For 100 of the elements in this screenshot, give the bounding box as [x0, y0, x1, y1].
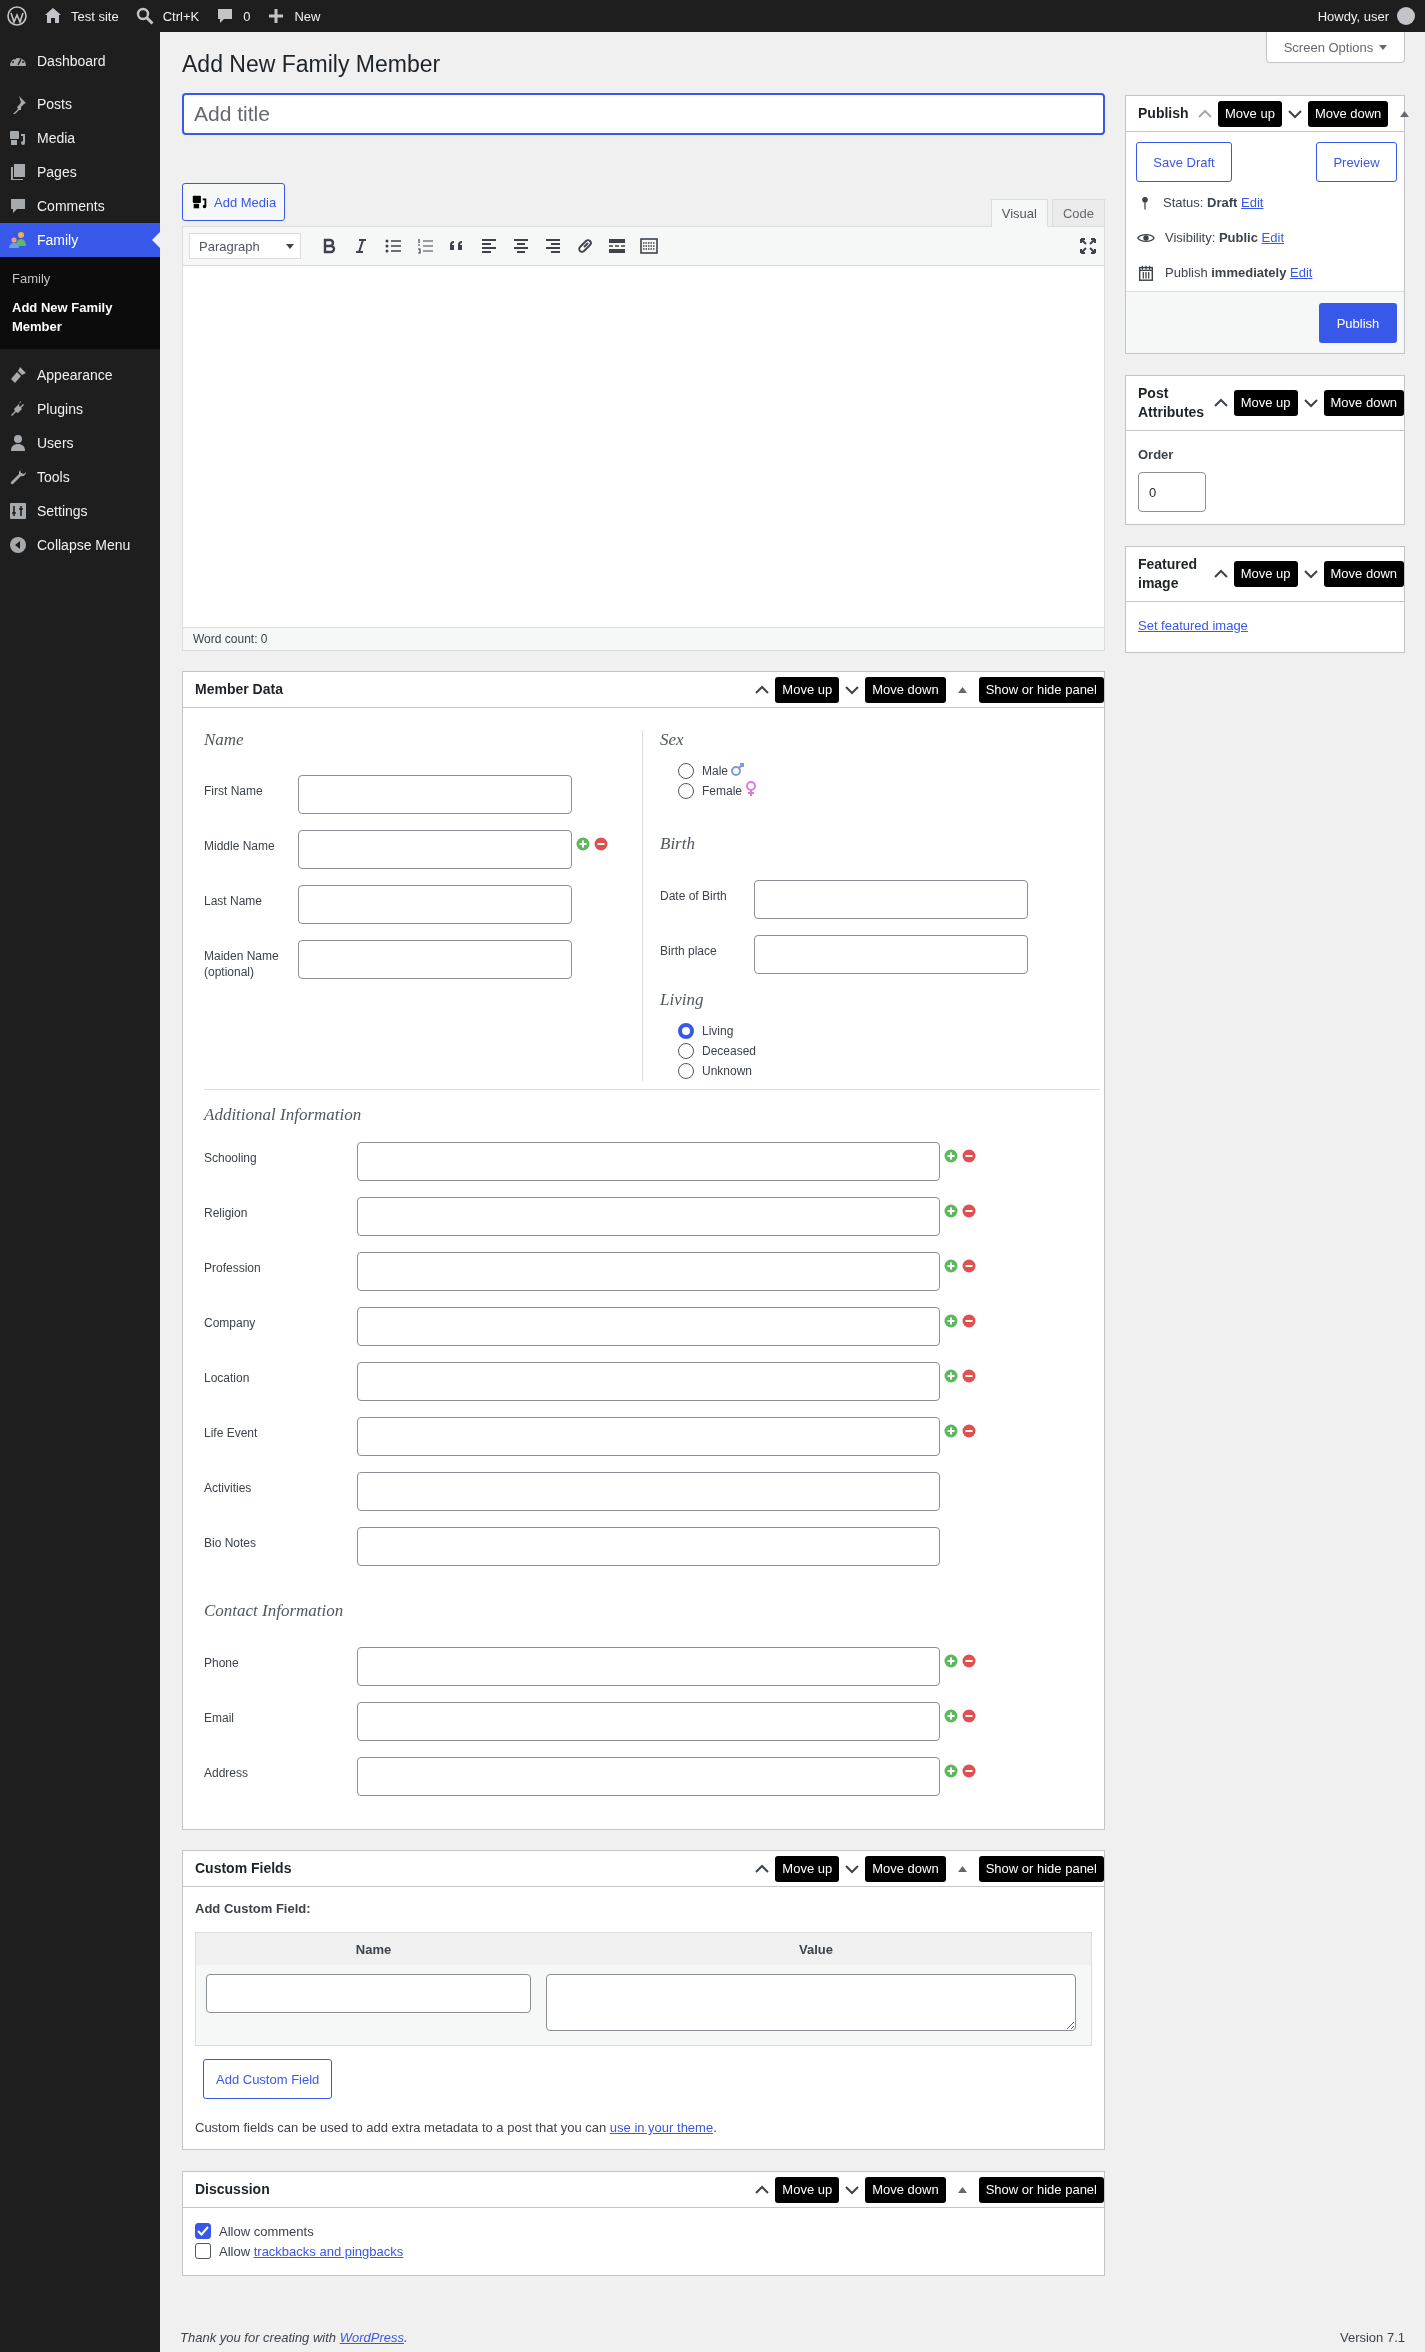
- text-field[interactable]: [357, 1197, 940, 1236]
- preview-button[interactable]: Preview: [1316, 142, 1397, 182]
- remove-icon[interactable]: [594, 837, 608, 851]
- greeting[interactable]: Howdy, user: [1317, 8, 1389, 24]
- triangle-up-icon[interactable]: [957, 2186, 967, 2193]
- set-featured-image-link[interactable]: Set featured image: [1138, 618, 1248, 633]
- menu-item[interactable]: Family: [0, 223, 160, 257]
- text-field[interactable]: [298, 775, 572, 814]
- value-field[interactable]: [545, 1974, 1076, 2031]
- text-field[interactable]: [298, 830, 572, 869]
- text-field[interactable]: [357, 1362, 940, 1401]
- logo-icon[interactable]: [7, 6, 27, 26]
- add-icon[interactable]: [944, 1709, 958, 1723]
- text-field[interactable]: [298, 940, 572, 979]
- text-field[interactable]: [357, 1757, 940, 1796]
- link-icon[interactable]: [575, 236, 595, 256]
- text-field[interactable]: [357, 1472, 940, 1511]
- text-field[interactable]: [754, 880, 1028, 919]
- add-icon[interactable]: [944, 1204, 958, 1218]
- submenu-item[interactable]: Add New Family Member: [0, 293, 160, 341]
- add-icon[interactable]: [944, 1764, 958, 1778]
- text-field[interactable]: [298, 885, 572, 924]
- publish-button[interactable]: Publish: [1319, 303, 1397, 343]
- radio-button[interactable]: [678, 783, 694, 799]
- trackbacks-link[interactable]: trackbacks and pingbacks: [253, 2243, 404, 2259]
- text-field[interactable]: [357, 1142, 940, 1181]
- radio-button[interactable]: [678, 1043, 694, 1059]
- menu-item[interactable]: Comments: [0, 189, 160, 223]
- text-field[interactable]: [357, 1307, 940, 1346]
- menu-item[interactable]: Users: [0, 426, 160, 460]
- add-icon[interactable]: [944, 1424, 958, 1438]
- format-select[interactable]: Paragraph: [189, 233, 301, 259]
- menu-item[interactable]: Media: [0, 121, 160, 155]
- new-link[interactable]: New: [294, 8, 321, 24]
- collapse-menu-button[interactable]: Collapse Menu: [0, 528, 160, 562]
- chevron-down-icon[interactable]: [1303, 398, 1318, 408]
- text-field[interactable]: [357, 1417, 940, 1456]
- submenu-item[interactable]: Family: [0, 264, 160, 293]
- chevron-up-icon[interactable]: [1213, 569, 1228, 579]
- chevron-down-icon[interactable]: [845, 2184, 860, 2195]
- site-link[interactable]: Test site: [71, 8, 119, 24]
- remove-icon[interactable]: [962, 1764, 976, 1778]
- edit-link[interactable]: Edit: [1261, 230, 1284, 245]
- text-field[interactable]: [357, 1252, 940, 1291]
- title-field[interactable]: Add title: [182, 93, 1105, 135]
- save-draft-button[interactable]: Save Draft: [1136, 142, 1232, 182]
- triangle-up-icon[interactable]: [957, 1865, 967, 1872]
- remove-icon[interactable]: [962, 1259, 976, 1273]
- radio-button[interactable]: [678, 1023, 694, 1039]
- add-icon[interactable]: [576, 837, 590, 851]
- menu-item[interactable]: Plugins: [0, 392, 160, 426]
- text-field[interactable]: [357, 1647, 940, 1686]
- align-center-icon[interactable]: [511, 236, 531, 256]
- chevron-down-icon[interactable]: [845, 684, 860, 695]
- remove-icon[interactable]: [962, 1369, 976, 1383]
- radio-button[interactable]: [678, 763, 694, 779]
- remove-icon[interactable]: [962, 1149, 976, 1163]
- screen-options-button[interactable]: Screen Options: [1266, 32, 1405, 63]
- align-right-icon[interactable]: [543, 236, 563, 256]
- menu-item[interactable]: Pages: [0, 155, 160, 189]
- text-field[interactable]: [357, 1702, 940, 1741]
- text-field[interactable]: [754, 935, 1028, 974]
- chevron-up-icon[interactable]: [755, 684, 770, 695]
- add-icon[interactable]: [944, 1314, 958, 1328]
- wordpress-link[interactable]: WordPress: [339, 2330, 404, 2345]
- editor[interactable]: Paragraph Word count: 0: [182, 226, 1105, 651]
- avatar[interactable]: [1397, 7, 1415, 25]
- chevron-up-icon[interactable]: [1213, 398, 1228, 408]
- chevron-down-icon[interactable]: [1303, 569, 1318, 579]
- triangle-up-icon[interactable]: [1400, 110, 1410, 117]
- align-left-icon[interactable]: [479, 236, 499, 256]
- add-icon[interactable]: [944, 1259, 958, 1273]
- triangle-up-icon[interactable]: [957, 686, 967, 693]
- add-custom-field-button[interactable]: Add Custom Field: [203, 2059, 333, 2099]
- comment-count[interactable]: 0: [243, 8, 251, 24]
- menu-item[interactable]: Tools: [0, 460, 160, 494]
- remove-icon[interactable]: [962, 1654, 976, 1668]
- radio-button[interactable]: [678, 1063, 694, 1079]
- checkbox[interactable]: [195, 2223, 211, 2239]
- add-icon[interactable]: [944, 1654, 958, 1668]
- chevron-up-icon[interactable]: [755, 2184, 770, 2195]
- chevron-down-icon[interactable]: [845, 1863, 860, 1874]
- read-more-icon[interactable]: [607, 236, 627, 256]
- chevron-down-icon[interactable]: [1287, 108, 1302, 119]
- edit-link[interactable]: Edit: [1241, 195, 1264, 210]
- remove-icon[interactable]: [962, 1204, 976, 1218]
- checkbox[interactable]: [195, 2243, 211, 2259]
- search-shortcut[interactable]: Ctrl+K: [162, 8, 200, 24]
- order-field[interactable]: 0: [1138, 472, 1206, 512]
- remove-icon[interactable]: [962, 1709, 976, 1723]
- menu-item[interactable]: Appearance: [0, 358, 160, 392]
- add-icon[interactable]: [944, 1149, 958, 1163]
- add-icon[interactable]: [944, 1369, 958, 1383]
- numbered-list-icon[interactable]: [415, 236, 435, 256]
- editor-tab[interactable]: Visual: [990, 199, 1048, 227]
- remove-icon[interactable]: [962, 1424, 976, 1438]
- menu-item[interactable]: Dashboard: [0, 44, 160, 78]
- remove-icon[interactable]: [962, 1314, 976, 1328]
- edit-link[interactable]: Edit: [1290, 265, 1313, 280]
- name-field[interactable]: [206, 1974, 531, 2013]
